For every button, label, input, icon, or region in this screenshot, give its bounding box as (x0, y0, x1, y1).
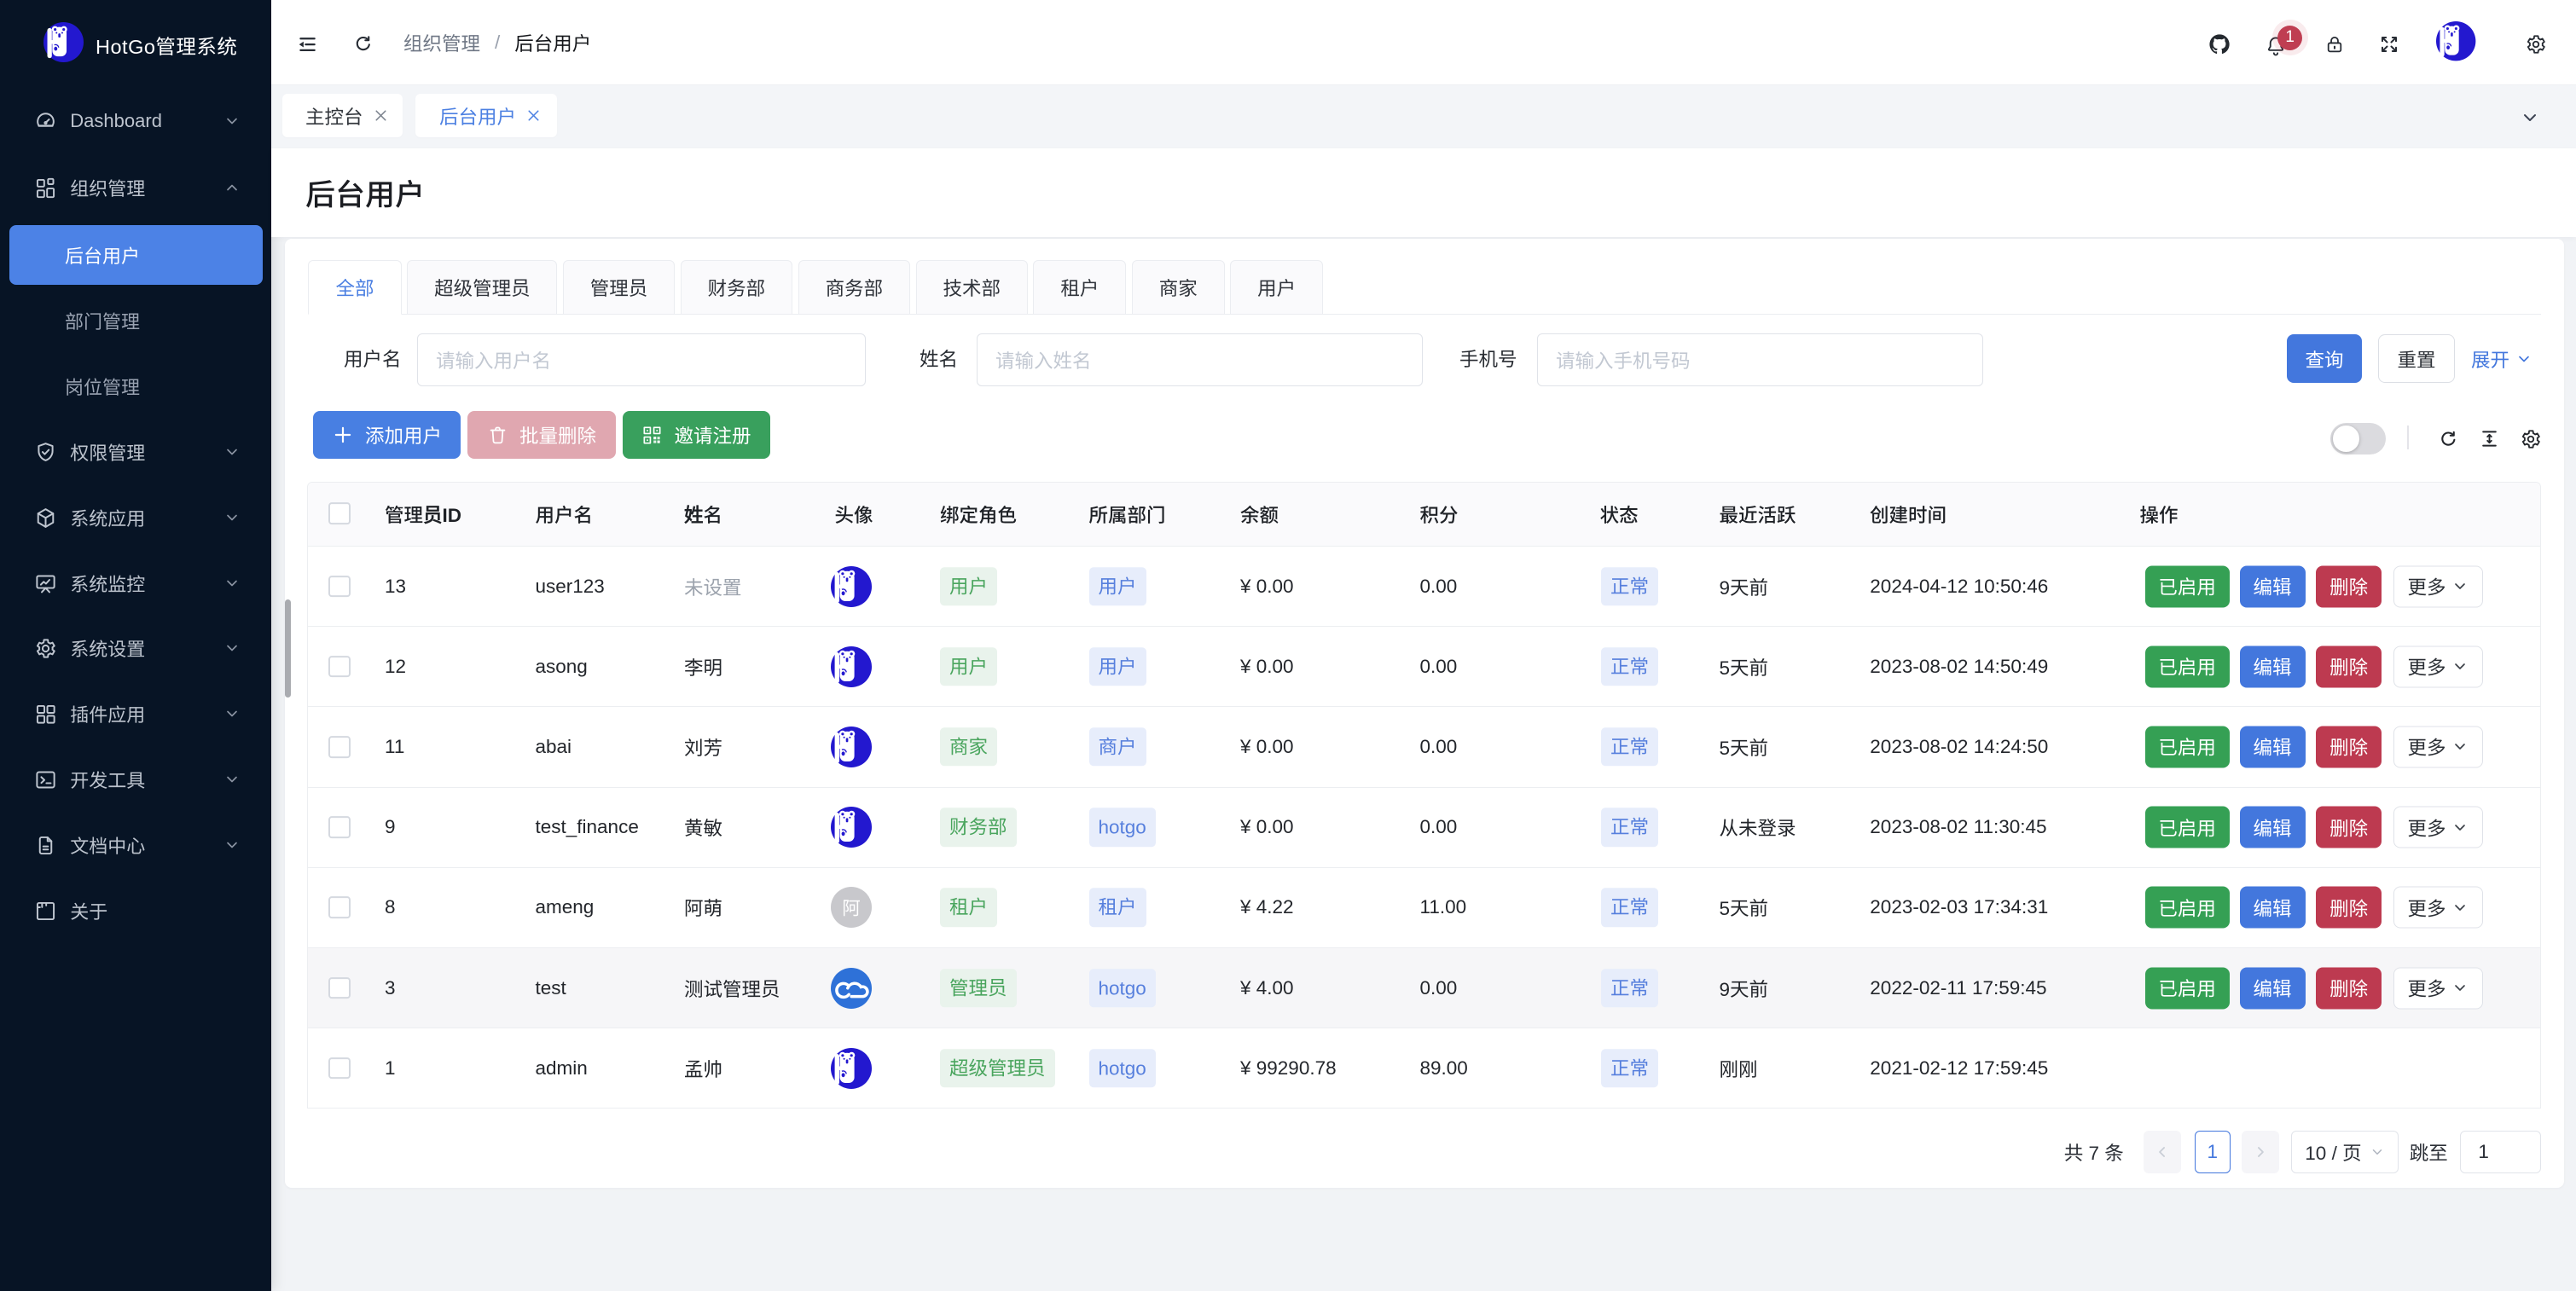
svg-text:阿: 阿 (842, 894, 861, 921)
